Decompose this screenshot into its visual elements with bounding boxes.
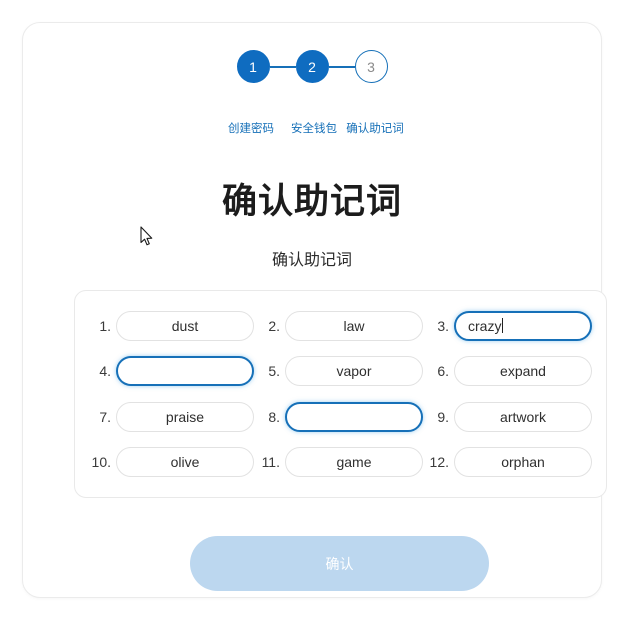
word-value-6: expand	[500, 363, 546, 380]
word-input-5[interactable]: vapor	[285, 356, 423, 387]
mnemonic-words-grid: 1. dust 2. law 3. crazy 4. 5. vapor 6. e…	[89, 307, 592, 481]
step-number-1: 1	[249, 58, 257, 75]
confirm-button-label: 确认	[325, 555, 354, 572]
step-number-2: 2	[308, 58, 316, 75]
word-index-11: 11.	[261, 454, 280, 471]
word-value-2: law	[343, 317, 365, 334]
word-cell-4: 4.	[89, 353, 254, 391]
stepper-labels: 创建密码 安全钱包 确认助记词	[23, 122, 601, 138]
word-input-3[interactable]: crazy	[454, 310, 592, 341]
word-input-1[interactable]: dust	[116, 310, 254, 341]
word-cell-1: 1. dust	[89, 307, 254, 345]
word-cell-8: 8.	[258, 398, 423, 436]
word-input-6[interactable]: expand	[454, 356, 592, 387]
word-index-6: 6.	[437, 363, 449, 380]
step-circle-3[interactable]: 3	[354, 50, 388, 83]
step-circle-1[interactable]: 1	[236, 50, 270, 83]
step-circle-2[interactable]: 2	[295, 50, 329, 83]
text-caret	[502, 318, 504, 334]
word-index-3: 3.	[437, 317, 449, 334]
word-index-2: 2.	[268, 317, 280, 334]
word-index-1: 1.	[99, 317, 111, 334]
step-number-3: 3	[367, 58, 375, 75]
word-value-10: olive	[170, 454, 200, 471]
word-value-1: dust	[171, 317, 199, 334]
page-subtitle: 确认助记词	[271, 252, 352, 269]
word-value-5: vapor	[336, 363, 372, 380]
word-value-12: orphan	[501, 454, 545, 471]
word-cell-3: 3. crazy	[427, 307, 592, 345]
word-index-7: 7.	[99, 408, 111, 425]
onboarding-card: 1 2 3 创建密码 安全钱包 确认助记词 确认助记词 确认助记词 1. dus…	[22, 22, 607, 598]
stepper: 1 2 3	[23, 50, 601, 83]
word-index-4: 4.	[99, 363, 111, 380]
word-input-9[interactable]: artwork	[454, 401, 592, 432]
word-value-11: game	[336, 454, 372, 471]
word-cell-12: 12. orphan	[427, 444, 592, 482]
word-index-8: 8.	[268, 408, 280, 425]
step-connector-2-3	[328, 65, 355, 68]
word-index-10: 10.	[91, 454, 111, 471]
word-value-9: artwork	[500, 408, 546, 425]
step-label-1: 创建密码	[228, 123, 274, 135]
page-title: 确认助记词	[221, 182, 402, 221]
word-value-7: praise	[165, 408, 205, 425]
word-input-8[interactable]	[285, 401, 423, 432]
word-cell-11: 11. game	[258, 444, 423, 482]
word-value-3: crazy	[468, 317, 502, 334]
word-cell-5: 5. vapor	[258, 353, 423, 391]
word-input-11[interactable]: game	[285, 447, 423, 478]
word-input-12[interactable]: orphan	[454, 447, 592, 478]
word-input-2[interactable]: law	[285, 310, 423, 341]
word-cell-7: 7. praise	[89, 398, 254, 436]
word-input-10[interactable]: olive	[116, 447, 254, 478]
word-input-7[interactable]: praise	[116, 401, 254, 432]
word-index-9: 9.	[437, 408, 449, 425]
mnemonic-words-panel: 1. dust 2. law 3. crazy 4. 5. vapor 6. e…	[74, 290, 607, 498]
confirm-button[interactable]: 确认	[190, 536, 489, 591]
word-index-12: 12.	[429, 454, 449, 471]
word-index-5: 5.	[268, 363, 280, 380]
step-label-2: 安全钱包	[291, 123, 337, 135]
step-connector-1-2	[269, 65, 296, 68]
step-label-3: 确认助记词	[346, 123, 404, 135]
word-input-4[interactable]	[116, 356, 254, 387]
word-cell-6: 6. expand	[427, 353, 592, 391]
word-cell-2: 2. law	[258, 307, 423, 345]
screen-root: 1 2 3 创建密码 安全钱包 确认助记词 确认助记词 确认助记词 1. dus…	[0, 0, 626, 621]
word-cell-9: 9. artwork	[427, 398, 592, 436]
word-cell-10: 10. olive	[89, 444, 254, 482]
